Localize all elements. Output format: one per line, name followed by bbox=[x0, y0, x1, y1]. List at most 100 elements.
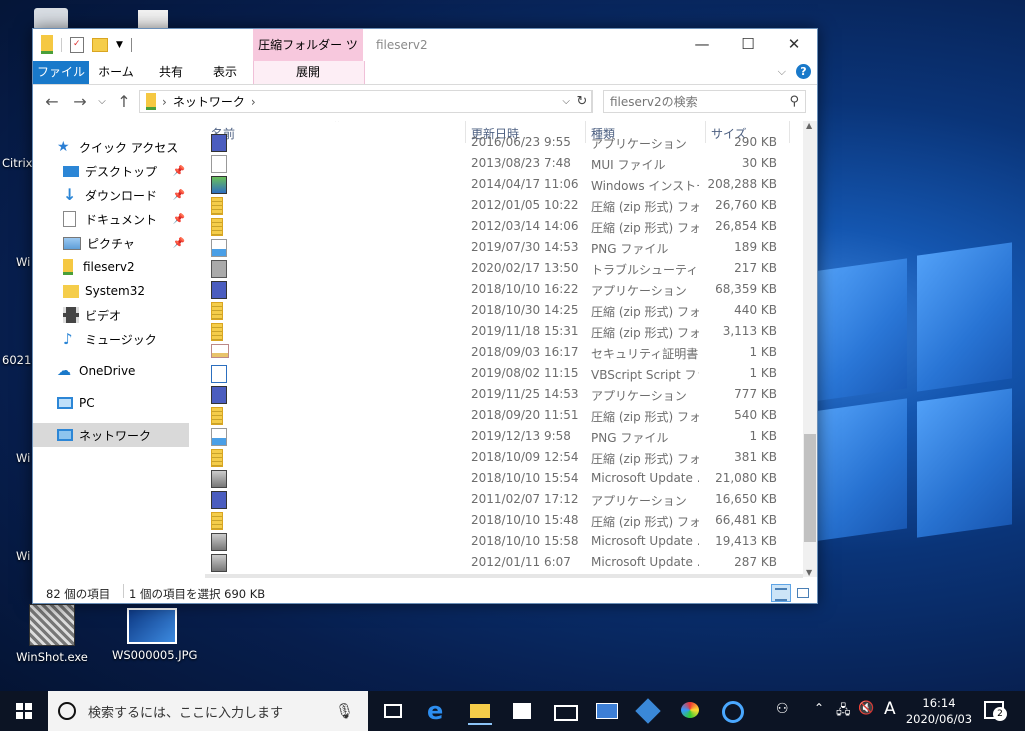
file-row[interactable]: 2016/06/23 9:55 アプリケーション 290 KB bbox=[191, 132, 803, 153]
address-bar[interactable]: › ネットワーク › ⌵ bbox=[139, 90, 593, 113]
file-row[interactable]: 2018/10/30 14:25 圧縮 (zip 形式) フォ... 440 KB bbox=[191, 300, 803, 321]
details-view-button[interactable] bbox=[771, 584, 791, 602]
nav-fileserv2[interactable]: fileserv2 bbox=[33, 255, 189, 279]
microphone-icon[interactable]: 🎙 bbox=[335, 702, 354, 720]
show-hidden-icons-icon[interactable]: ⌃ bbox=[814, 701, 824, 715]
file-row[interactable]: 2019/08/02 11:15 VBScript Script ファ... 1 K… bbox=[191, 363, 803, 384]
mail-icon[interactable] bbox=[552, 699, 578, 723]
people-icon[interactable]: ⚇ bbox=[776, 701, 789, 717]
file-row[interactable]: 2020/02/17 13:50 トラブルシューティング... 217 KB bbox=[191, 258, 803, 279]
remote-desktop-icon[interactable] bbox=[594, 699, 618, 723]
minimize-button[interactable]: — bbox=[679, 29, 725, 59]
pin-icon[interactable]: 📌 bbox=[173, 238, 185, 249]
expand-ribbon-icon[interactable]: ⌵ bbox=[778, 65, 786, 79]
nav-onedrive[interactable]: ☁ OneDrive bbox=[33, 359, 189, 383]
store-icon[interactable] bbox=[510, 699, 534, 723]
nav-network[interactable]: ネットワーク bbox=[33, 423, 189, 447]
up-button[interactable]: ↑ bbox=[113, 91, 135, 113]
tab-share[interactable]: 共有 bbox=[149, 61, 193, 84]
app-icon bbox=[211, 134, 227, 152]
nav-system32[interactable]: System32 bbox=[33, 279, 189, 303]
nav-pictures[interactable]: ピクチャ 📌 bbox=[33, 231, 189, 255]
maximize-button[interactable]: ☐ bbox=[725, 29, 771, 59]
tab-file[interactable]: ファイル bbox=[33, 61, 89, 84]
nav-pc[interactable]: PC bbox=[33, 391, 189, 415]
file-row[interactable]: 2019/12/13 9:58 PNG ファイル 1 KB bbox=[191, 426, 803, 447]
file-row[interactable]: 2012/03/14 14:06 圧縮 (zip 形式) フォ... 26,854 … bbox=[191, 216, 803, 237]
network-drive-icon[interactable] bbox=[41, 35, 53, 54]
search-box[interactable]: ⚲ bbox=[603, 90, 806, 113]
task-view-icon[interactable] bbox=[380, 699, 404, 723]
desktop-file-icon[interactable] bbox=[138, 10, 168, 30]
tab-home[interactable]: ホーム bbox=[93, 61, 139, 84]
file-row[interactable]: 2018/09/20 11:51 圧縮 (zip 形式) フォ... 540 KB bbox=[191, 405, 803, 426]
recent-locations-icon[interactable]: ⌵ bbox=[91, 91, 113, 113]
nav-documents[interactable]: ドキュメント 📌 bbox=[33, 207, 189, 231]
file-row[interactable]: 2018/09/03 16:17 セキュリティ証明書 1 KB bbox=[191, 342, 803, 363]
file-row[interactable]: 2019/07/30 14:53 PNG ファイル 189 KB bbox=[191, 237, 803, 258]
file-row[interactable]: 2019/11/18 15:31 圧縮 (zip 形式) フォ... 3,113 K… bbox=[191, 321, 803, 342]
file-row[interactable]: 2018/10/09 12:54 圧縮 (zip 形式) フォ... 381 KB bbox=[191, 447, 803, 468]
volume-muted-icon[interactable]: 🔇 bbox=[858, 701, 874, 716]
file-row[interactable]: 2012/01/11 6:07 Microsoft Update ... 287 K… bbox=[191, 552, 803, 573]
vertical-scrollbar[interactable]: ▲ ▼ bbox=[803, 121, 817, 577]
network-status-icon[interactable]: 🖧 bbox=[836, 701, 851, 723]
file-row[interactable]: 2018/10/10 15:58 Microsoft Update ... 19,4… bbox=[191, 531, 803, 552]
file-date: 2012/03/14 14:06 bbox=[471, 219, 579, 233]
pin-icon[interactable]: 📌 bbox=[173, 190, 185, 201]
scroll-down-icon[interactable]: ▼ bbox=[806, 568, 812, 577]
help-icon[interactable]: ? bbox=[796, 64, 811, 79]
start-button[interactable] bbox=[0, 691, 48, 731]
nav-quick-access[interactable]: ★ クイック アクセス bbox=[33, 135, 189, 159]
file-row[interactable]: 2018/10/10 15:54 Microsoft Update ... 21,0… bbox=[191, 468, 803, 489]
search-input[interactable] bbox=[604, 93, 790, 110]
file-row[interactable]: 2018/10/10 15:48 圧縮 (zip 形式) フォ... 66,481 … bbox=[191, 510, 803, 531]
desktop-label-fragment[interactable]: Wi bbox=[16, 549, 30, 563]
horizontal-scrollbar[interactable] bbox=[205, 574, 803, 578]
desktop-label-fragment[interactable]: Citrix bbox=[2, 156, 32, 170]
file-type: トラブルシューティング... bbox=[591, 263, 699, 277]
pin-icon[interactable]: 📌 bbox=[173, 166, 185, 177]
recycle-bin-icon[interactable] bbox=[34, 8, 68, 30]
tab-extract[interactable]: 展開 bbox=[253, 61, 363, 84]
browser-taskbar-icon[interactable] bbox=[720, 699, 744, 723]
scrollbar-thumb[interactable] bbox=[804, 434, 816, 542]
close-button[interactable]: ✕ bbox=[771, 29, 817, 59]
large-icons-view-button[interactable] bbox=[793, 584, 813, 602]
properties-icon[interactable]: ✓ bbox=[70, 36, 84, 53]
forward-button[interactable]: → bbox=[69, 91, 91, 113]
search-icon[interactable]: ⚲ bbox=[789, 94, 799, 109]
file-row[interactable]: 2018/10/10 16:22 アプリケーション 68,359 KB bbox=[191, 279, 803, 300]
address-dropdown-icon[interactable]: ⌵ bbox=[562, 96, 570, 107]
edge-icon[interactable]: e bbox=[427, 699, 451, 723]
nav-music[interactable]: ♪ ミュージック bbox=[33, 327, 189, 351]
download-icon: ↓ bbox=[63, 185, 77, 204]
pin-icon[interactable]: 📌 bbox=[173, 214, 185, 225]
tab-view[interactable]: 表示 bbox=[203, 61, 247, 84]
paint-icon[interactable] bbox=[678, 699, 702, 723]
scroll-up-icon[interactable]: ▲ bbox=[806, 121, 812, 130]
clock[interactable]: 16:14 2020/06/03 bbox=[903, 695, 975, 727]
nav-videos[interactable]: ビデオ bbox=[33, 303, 189, 327]
app-taskbar-icon[interactable] bbox=[635, 698, 661, 724]
taskbar-search-box[interactable]: 検索するには、ここに入力します 🎙 bbox=[48, 691, 368, 731]
nav-desktop[interactable]: デスクトップ 📌 bbox=[33, 159, 189, 183]
file-row[interactable]: 2019/11/25 14:53 アプリケーション 777 KB bbox=[191, 384, 803, 405]
ime-indicator[interactable]: A bbox=[884, 699, 896, 719]
file-row[interactable]: 2013/08/23 7:48 MUI ファイル 30 KB bbox=[191, 153, 803, 174]
back-button[interactable]: ← bbox=[41, 91, 63, 113]
refresh-button[interactable]: ↻ bbox=[573, 90, 592, 113]
notification-count-badge: 2 bbox=[993, 707, 1007, 721]
desktop-label-fragment[interactable]: Wi bbox=[16, 451, 30, 465]
desktop-label-fragment[interactable]: Wi bbox=[16, 255, 30, 269]
file-explorer-taskbar-icon[interactable] bbox=[468, 699, 492, 725]
desktop-icon-winshot[interactable]: WinShot.exe bbox=[12, 604, 92, 664]
new-folder-icon[interactable] bbox=[92, 37, 108, 52]
nav-downloads[interactable]: ↓ ダウンロード 📌 bbox=[33, 183, 189, 207]
desktop-icon-ws000005[interactable]: WS000005.JPG bbox=[112, 604, 197, 662]
file-row[interactable]: 2014/04/17 11:06 Windows インストー... 208,288 … bbox=[191, 174, 803, 195]
file-row[interactable]: 2012/01/05 10:22 圧縮 (zip 形式) フォ... 26,760 … bbox=[191, 195, 803, 216]
file-row[interactable]: 2011/02/07 17:12 アプリケーション 16,650 KB bbox=[191, 489, 803, 510]
qat-customize-icon[interactable]: ▼ bbox=[116, 40, 123, 50]
breadcrumb-network[interactable]: ネットワーク bbox=[173, 93, 245, 110]
